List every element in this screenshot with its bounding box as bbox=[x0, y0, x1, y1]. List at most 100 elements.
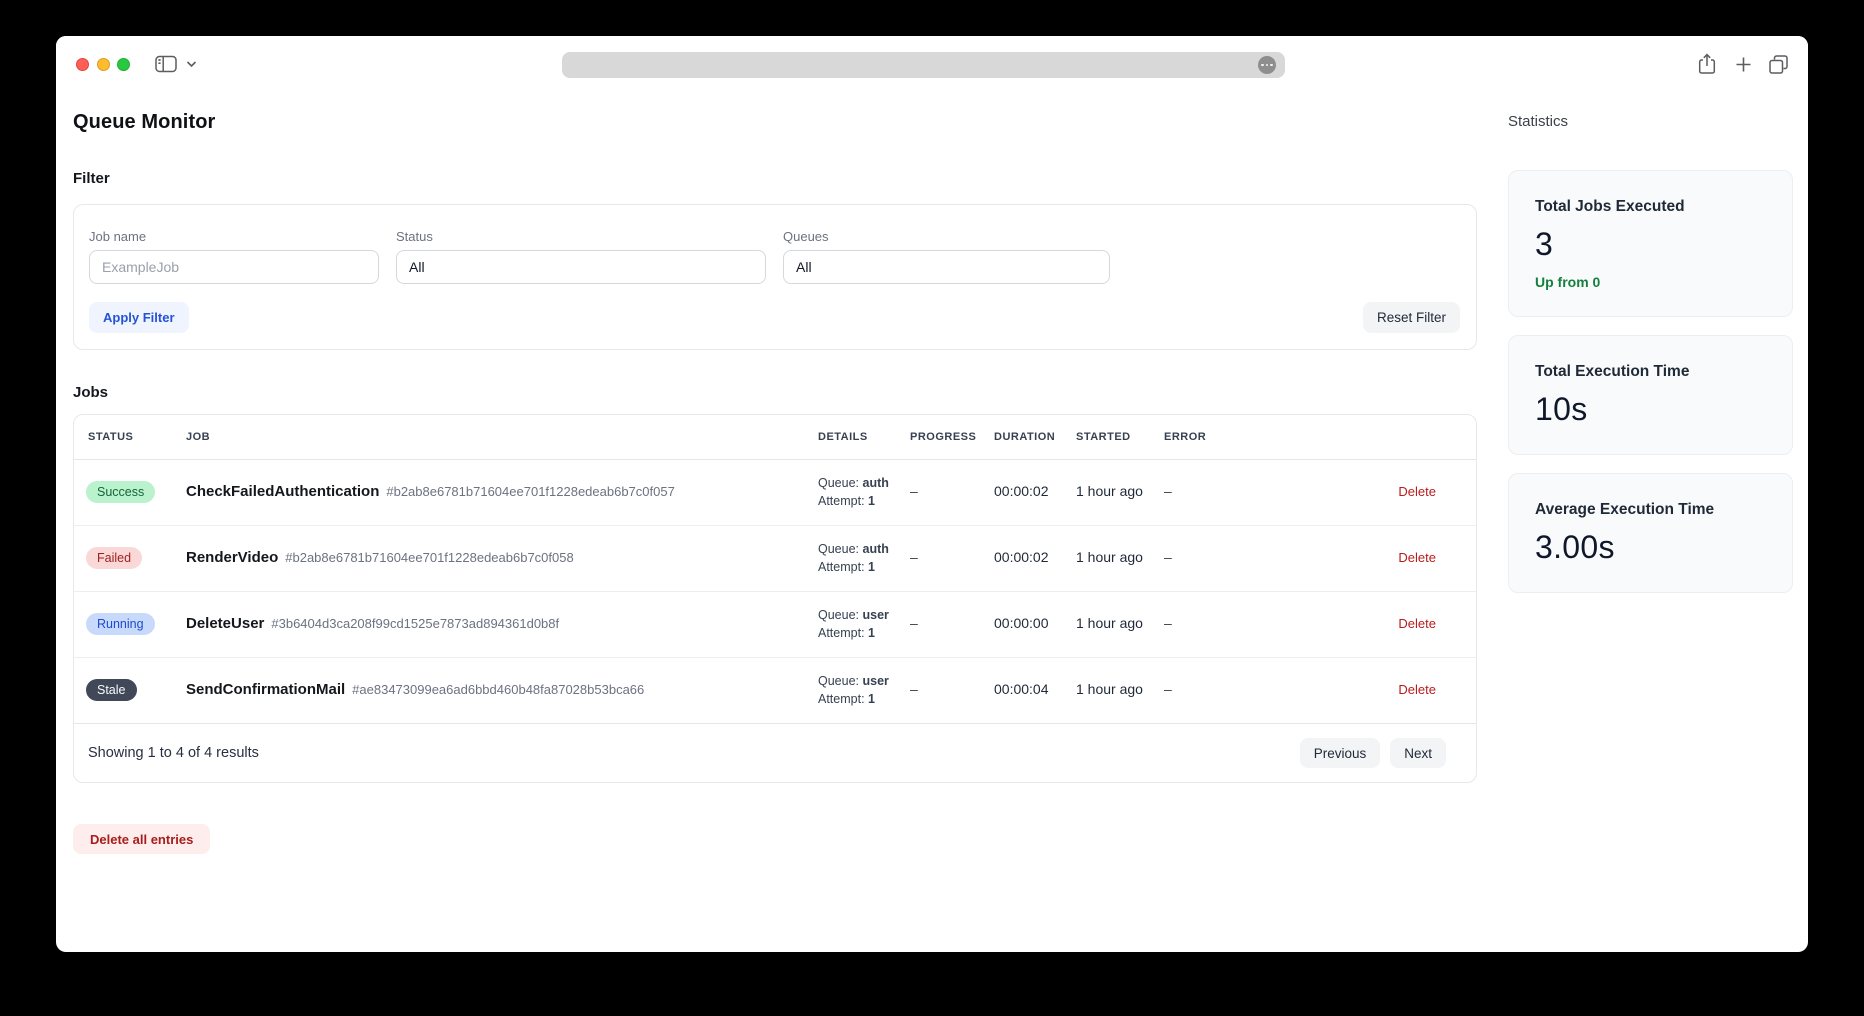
col-status: Status bbox=[74, 415, 172, 459]
tab-overview-icon[interactable] bbox=[1768, 54, 1789, 75]
job-id: #3b6404d3ca208f99cd1525e7873ad894361d0b8… bbox=[271, 616, 559, 631]
queues-filter-label: Queues bbox=[783, 229, 1110, 244]
status-filter-select[interactable]: All bbox=[396, 250, 766, 284]
reset-filter-button[interactable]: Reset Filter bbox=[1363, 302, 1460, 333]
col-error: Error bbox=[1150, 415, 1248, 459]
job-progress: – bbox=[910, 483, 918, 499]
stat-label: Total Execution Time bbox=[1535, 363, 1766, 381]
page-menu-ellipsis-icon[interactable] bbox=[1258, 56, 1276, 74]
job-progress: – bbox=[910, 615, 918, 631]
stat-card: Average Execution Time 3.00s bbox=[1508, 473, 1793, 593]
table-row: Stale SendConfirmationMail #ae83473099ea6… bbox=[74, 657, 1476, 723]
job-error: – bbox=[1164, 483, 1172, 499]
job-attempt: Attempt: 1 bbox=[818, 690, 896, 708]
job-queue: Queue: user bbox=[818, 606, 896, 624]
delete-job-link[interactable]: Delete bbox=[1398, 550, 1436, 565]
new-tab-plus-icon[interactable] bbox=[1735, 56, 1752, 73]
statistics-sidebar: Statistics Total Jobs Executed 3 Up from… bbox=[1508, 111, 1793, 593]
job-duration: 00:00:04 bbox=[994, 681, 1049, 697]
job-duration: 00:00:00 bbox=[994, 615, 1049, 631]
delete-job-link[interactable]: Delete bbox=[1398, 484, 1436, 499]
job-started: 1 hour ago bbox=[1076, 615, 1143, 631]
status-badge: Stale bbox=[86, 679, 137, 701]
job-error: – bbox=[1164, 615, 1172, 631]
job-name: SendConfirmationMail bbox=[186, 681, 345, 698]
browser-window: Queue Monitor Filter Job name Status All bbox=[56, 36, 1808, 952]
job-id: #ae83473099ea6ad6bbd460b48fa87028b53bca6… bbox=[352, 682, 644, 697]
share-icon[interactable] bbox=[1698, 53, 1716, 75]
filter-card: Job name Status All Queues All bbox=[73, 204, 1477, 350]
status-badge: Failed bbox=[86, 547, 142, 569]
zoom-window-button[interactable] bbox=[117, 58, 130, 71]
stat-value: 3 bbox=[1535, 226, 1766, 263]
page-content: Queue Monitor Filter Job name Status All bbox=[56, 92, 1808, 854]
job-error: – bbox=[1164, 681, 1172, 697]
job-queue: Queue: auth bbox=[818, 474, 896, 492]
delete-job-link[interactable]: Delete bbox=[1398, 616, 1436, 631]
stat-label: Average Execution Time bbox=[1535, 501, 1766, 519]
next-page-button[interactable]: Next bbox=[1390, 738, 1446, 768]
stat-card: Total Jobs Executed 3 Up from 0 bbox=[1508, 170, 1793, 317]
chevron-down-icon[interactable] bbox=[186, 60, 197, 68]
previous-page-button[interactable]: Previous bbox=[1300, 738, 1381, 768]
job-name: RenderVideo bbox=[186, 549, 278, 566]
address-bar[interactable] bbox=[562, 52, 1285, 78]
main-column: Queue Monitor Filter Job name Status All bbox=[73, 111, 1477, 854]
job-duration: 00:00:02 bbox=[994, 483, 1049, 499]
stat-cards-container: Total Jobs Executed 3 Up from 0 Total Ex… bbox=[1508, 170, 1793, 593]
filter-heading: Filter bbox=[73, 170, 1477, 187]
results-summary: Showing 1 to 4 of 4 results bbox=[88, 745, 259, 761]
queues-filter-value: All bbox=[796, 259, 812, 275]
stat-subtext: Up from 0 bbox=[1535, 274, 1766, 290]
page-title: Queue Monitor bbox=[73, 111, 1477, 133]
stat-value: 10s bbox=[1535, 391, 1766, 428]
status-filter-label: Status bbox=[396, 229, 766, 244]
job-id: #b2ab8e6781b71604ee701f1228edeab6b7c0f05… bbox=[386, 484, 674, 499]
status-badge: Running bbox=[86, 613, 155, 635]
stat-card: Total Execution Time 10s bbox=[1508, 335, 1793, 455]
delete-all-entries-button[interactable]: Delete all entries bbox=[73, 824, 210, 854]
job-attempt: Attempt: 1 bbox=[818, 624, 896, 642]
col-details: Details bbox=[804, 415, 896, 459]
col-progress: Progress bbox=[896, 415, 980, 459]
col-duration: Duration bbox=[980, 415, 1062, 459]
job-name: CheckFailedAuthentication bbox=[186, 483, 379, 500]
jobs-heading: Jobs bbox=[73, 384, 1477, 401]
table-row: Success CheckFailedAuthentication #b2ab8e… bbox=[74, 459, 1476, 525]
job-started: 1 hour ago bbox=[1076, 483, 1143, 499]
col-job: Job bbox=[172, 415, 804, 459]
col-started: Started bbox=[1062, 415, 1150, 459]
jobs-table-body: Success CheckFailedAuthentication #b2ab8e… bbox=[74, 459, 1476, 723]
close-window-button[interactable] bbox=[76, 58, 89, 71]
stat-value: 3.00s bbox=[1535, 529, 1766, 566]
minimize-window-button[interactable] bbox=[97, 58, 110, 71]
jobs-table-header-row: Status Job Details Progress Duration Sta… bbox=[74, 415, 1476, 459]
job-id: #b2ab8e6781b71604ee701f1228edeab6b7c0f05… bbox=[285, 550, 573, 565]
jobs-table: Status Job Details Progress Duration Sta… bbox=[74, 415, 1476, 723]
sidebar-toggle-icon[interactable] bbox=[155, 55, 177, 73]
job-name-input[interactable] bbox=[89, 250, 379, 284]
job-progress: – bbox=[910, 549, 918, 565]
job-duration: 00:00:02 bbox=[994, 549, 1049, 565]
job-name-label: Job name bbox=[89, 229, 379, 244]
job-started: 1 hour ago bbox=[1076, 681, 1143, 697]
job-queue: Queue: user bbox=[818, 672, 896, 690]
queues-filter-select[interactable]: All bbox=[783, 250, 1110, 284]
table-footer: Showing 1 to 4 of 4 results Previous Nex… bbox=[74, 723, 1476, 782]
table-row: Failed RenderVideo #b2ab8e6781b71604ee701… bbox=[74, 525, 1476, 591]
status-badge: Success bbox=[86, 481, 155, 503]
jobs-table-card: Status Job Details Progress Duration Sta… bbox=[73, 414, 1477, 783]
job-progress: – bbox=[910, 681, 918, 697]
job-attempt: Attempt: 1 bbox=[818, 558, 896, 576]
apply-filter-button[interactable]: Apply Filter bbox=[89, 302, 189, 333]
job-started: 1 hour ago bbox=[1076, 549, 1143, 565]
status-filter-value: All bbox=[409, 259, 425, 275]
job-queue: Queue: auth bbox=[818, 540, 896, 558]
job-error: – bbox=[1164, 549, 1172, 565]
statistics-heading: Statistics bbox=[1508, 111, 1793, 133]
job-name: DeleteUser bbox=[186, 615, 264, 632]
stat-label: Total Jobs Executed bbox=[1535, 198, 1766, 216]
delete-job-link[interactable]: Delete bbox=[1398, 682, 1436, 697]
job-attempt: Attempt: 1 bbox=[818, 492, 896, 510]
browser-toolbar bbox=[56, 36, 1808, 92]
